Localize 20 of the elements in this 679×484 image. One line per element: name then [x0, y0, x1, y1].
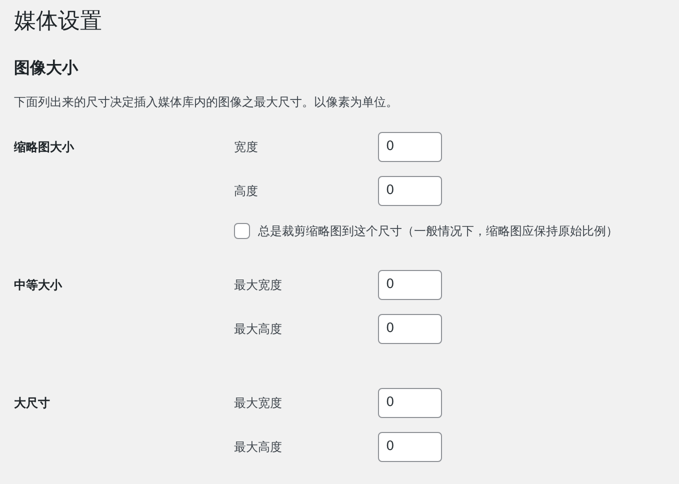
field-label: 最大宽度	[234, 394, 283, 412]
group-label: 中等大小	[14, 276, 62, 294]
section-description: 下面列出来的尺寸决定插入媒体库内的图像之最大尺寸。以像素为单位。	[14, 94, 398, 111]
checkbox[interactable]	[234, 222, 250, 238]
field-label: 高度	[234, 182, 259, 200]
section-title: 图像大小	[14, 57, 78, 79]
field-label: 最大高度	[234, 320, 283, 338]
number-field[interactable]: 0	[378, 388, 442, 418]
field-label: 最大宽度	[234, 276, 283, 294]
field-label: 最大高度	[234, 438, 283, 456]
number-field[interactable]: 0	[378, 176, 442, 206]
field-label: 宽度	[234, 138, 259, 156]
page-title: 媒体设置	[14, 8, 102, 36]
checkbox-label: 总是裁剪缩略图到这个尺寸（一般情况下，缩略图应保持原始比例）	[258, 222, 618, 240]
number-field[interactable]: 0	[378, 314, 442, 344]
number-field[interactable]: 0	[378, 432, 442, 462]
number-field[interactable]: 0	[378, 132, 442, 162]
number-field[interactable]: 0	[378, 270, 442, 300]
group-label: 缩略图大小	[14, 138, 74, 156]
group-label: 大尺寸	[14, 394, 50, 412]
